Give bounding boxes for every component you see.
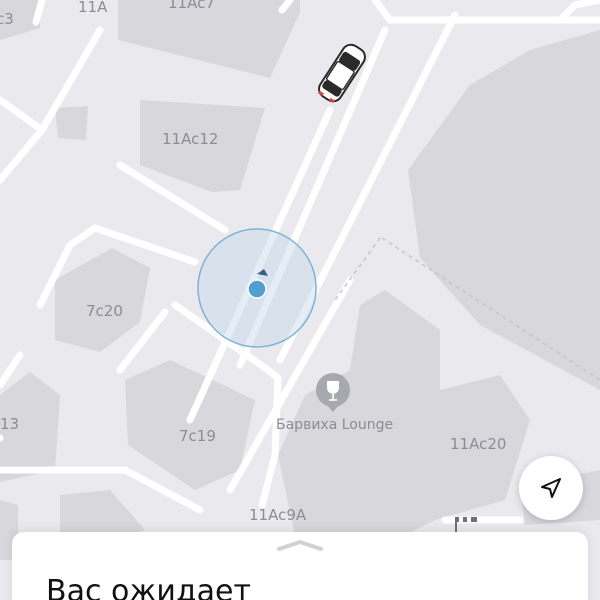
building-label: 11Ac20 [450, 435, 506, 453]
building [55, 106, 88, 140]
building-label: 11Ac9A [249, 506, 307, 524]
building-label: 7c19 [179, 427, 216, 445]
building-label: c3 [0, 10, 14, 28]
building-label: 11Ac12 [162, 130, 218, 148]
app-root: 11A 11Ac7 c3 11Ac12 7c20 13 7c19 11Ac20 … [0, 0, 600, 600]
navigation-arrow-icon [541, 478, 561, 498]
sheet-title: Вас ожидает [46, 574, 251, 600]
building-label: 11Ac7 [168, 0, 215, 12]
chevron-up-icon[interactable] [275, 538, 325, 552]
building-label: 11A [78, 0, 108, 16]
building-label: 7c20 [86, 302, 123, 320]
building-label: 13 [0, 415, 19, 433]
poi-label: Барвиха Lounge [276, 417, 393, 433]
map-canvas[interactable]: 11A 11Ac7 c3 11Ac12 7c20 13 7c19 11Ac20 … [0, 0, 600, 600]
my-location-button[interactable] [519, 456, 583, 520]
bottom-sheet[interactable]: Вас ожидает [12, 532, 588, 600]
user-location-icon [197, 228, 317, 348]
